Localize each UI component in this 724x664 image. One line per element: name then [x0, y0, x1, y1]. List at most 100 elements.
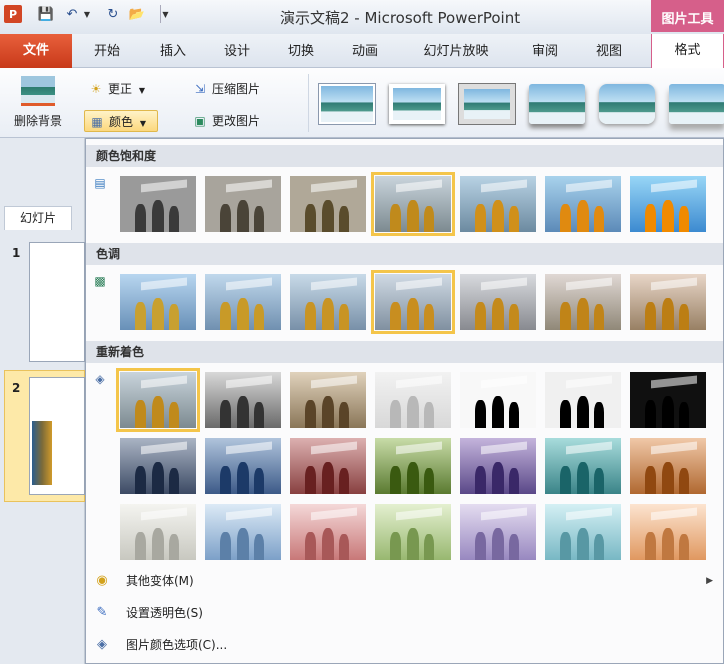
color-variant-thumbnail[interactable] — [375, 438, 451, 494]
banner-shape — [566, 277, 612, 290]
banner-shape — [481, 441, 527, 454]
remove-background-button[interactable]: 删除背景 — [4, 76, 72, 132]
change-picture-button[interactable]: ▣ 更改图片 — [192, 110, 260, 132]
corrections-label: 更正 — [108, 82, 133, 96]
figure-shape — [151, 461, 165, 494]
tab-slideshow[interactable]: 幻灯片放映 — [412, 41, 500, 63]
banner-shape — [651, 375, 697, 388]
picture-style-thumbnail[interactable] — [459, 84, 515, 124]
color-variant-thumbnail[interactable] — [545, 372, 621, 428]
repeat-icon[interactable]: ↻ — [104, 5, 122, 23]
open-folder-icon[interactable]: 📂 — [128, 5, 146, 23]
slides-pane: 幻灯片 1 2 — [0, 138, 85, 664]
picture-tools-context-label: 图片工具 — [651, 0, 724, 32]
slide-picture — [32, 421, 52, 485]
banner-shape — [396, 277, 442, 290]
tab-format[interactable]: 格式 — [651, 34, 724, 68]
color-variant-thumbnail[interactable] — [290, 372, 366, 428]
color-variant-thumbnail[interactable] — [205, 438, 281, 494]
figure-shape — [220, 204, 231, 232]
color-variant-thumbnail[interactable] — [375, 504, 451, 560]
set-transparent-color-menu-item[interactable]: ✎ 设置透明色(S) — [86, 601, 723, 625]
color-variant-thumbnail[interactable] — [460, 504, 536, 560]
color-variant-thumbnail[interactable] — [460, 274, 536, 330]
tab-review[interactable]: 审阅 — [522, 41, 568, 63]
figure-shape — [508, 468, 519, 494]
slides-tab[interactable]: 幻灯片 — [4, 206, 72, 230]
color-variant-thumbnail[interactable] — [545, 438, 621, 494]
color-variant-thumbnail[interactable] — [120, 438, 196, 494]
more-variants-menu-item[interactable]: ◉ 其他变体(M) ▶ — [86, 569, 723, 593]
figure-shape — [423, 534, 434, 560]
tab-design[interactable]: 设计 — [214, 41, 260, 63]
color-variant-thumbnail[interactable] — [120, 504, 196, 560]
tab-view[interactable]: 视图 — [586, 41, 632, 63]
color-variant-thumbnail[interactable] — [120, 176, 196, 232]
color-variant-thumbnail[interactable] — [375, 372, 451, 428]
figure-shape — [508, 534, 519, 560]
color-button[interactable]: ▦ 颜色 ▼ — [84, 110, 158, 132]
color-variant-thumbnail[interactable] — [630, 372, 706, 428]
color-variant-thumbnail[interactable] — [630, 274, 706, 330]
banner-shape — [226, 507, 272, 520]
title-bar: P 💾 ↶ ▼ ↻ 📂 ▼ 演示文稿2 - Microsoft PowerPoi… — [0, 0, 724, 34]
figure-shape — [151, 395, 165, 428]
color-variant-thumbnail[interactable] — [371, 270, 455, 334]
color-variant-thumbnail[interactable] — [116, 368, 200, 432]
color-variant-thumbnail[interactable] — [205, 372, 281, 428]
color-variant-thumbnail[interactable] — [630, 176, 706, 232]
color-variant-thumbnail[interactable] — [290, 438, 366, 494]
color-variant-thumbnail[interactable] — [545, 274, 621, 330]
color-variant-thumbnail[interactable] — [205, 274, 281, 330]
picture-color-options-menu-item[interactable]: ◈ 图片颜色选项(C)... — [86, 633, 723, 657]
color-variant-thumbnail[interactable] — [460, 438, 536, 494]
color-variant-thumbnail[interactable] — [630, 438, 706, 494]
picture-style-thumbnail[interactable] — [529, 84, 585, 124]
color-variant-thumbnail[interactable] — [290, 274, 366, 330]
undo-icon[interactable]: ↶ — [63, 5, 81, 23]
submenu-arrow-icon: ▶ — [706, 576, 713, 586]
slide-thumbnail-2-selected[interactable]: 2 — [4, 370, 85, 502]
figure-shape — [661, 461, 675, 494]
tab-file[interactable]: 文件 — [0, 34, 72, 68]
figure-shape — [220, 400, 231, 428]
color-variant-thumbnail[interactable] — [290, 504, 366, 560]
compress-pictures-button[interactable]: ⇲ 压缩图片 — [192, 78, 260, 100]
picture-style-thumbnail[interactable] — [669, 84, 724, 124]
banner-shape — [396, 441, 442, 454]
save-icon[interactable]: 💾 — [37, 5, 55, 23]
color-icon: ▦ — [91, 115, 103, 129]
undo-dropdown-icon[interactable]: ▼ — [82, 5, 92, 23]
tab-transitions[interactable]: 切换 — [278, 41, 324, 63]
picture-style-thumbnail[interactable] — [599, 84, 655, 124]
color-variant-thumbnail[interactable] — [460, 176, 536, 232]
figure-shape — [406, 199, 420, 232]
figure-shape — [338, 534, 349, 560]
customize-toolbar-dropdown-icon[interactable]: ▼ — [160, 5, 170, 23]
tab-animations[interactable]: 动画 — [342, 41, 388, 63]
color-variant-thumbnail[interactable] — [545, 504, 621, 560]
banner-shape — [481, 507, 527, 520]
figure-shape — [423, 468, 434, 494]
tab-insert[interactable]: 插入 — [150, 41, 196, 63]
tab-home[interactable]: 开始 — [84, 41, 130, 63]
banner-shape — [566, 375, 612, 388]
color-variant-thumbnail[interactable] — [205, 176, 281, 232]
color-variant-thumbnail[interactable] — [290, 176, 366, 232]
slide-thumbnail-1[interactable] — [29, 242, 85, 362]
figure-shape — [645, 204, 656, 232]
color-variant-thumbnail[interactable] — [371, 172, 455, 236]
picture-style-thumbnail[interactable] — [389, 84, 445, 124]
corrections-button[interactable]: ☀ 更正 ▼ — [88, 78, 145, 100]
powerpoint-app-icon[interactable]: P — [4, 5, 22, 23]
color-variant-thumbnail[interactable] — [545, 176, 621, 232]
figure-shape — [305, 400, 316, 428]
color-variant-thumbnail[interactable] — [460, 372, 536, 428]
color-variant-thumbnail[interactable] — [205, 504, 281, 560]
picture-style-thumbnail[interactable] — [319, 84, 375, 124]
banner-shape — [566, 507, 612, 520]
figure-shape — [508, 402, 519, 428]
color-variant-thumbnail[interactable] — [120, 274, 196, 330]
window-title: 演示文稿2 - Microsoft PowerPoint — [280, 9, 521, 27]
color-variant-thumbnail[interactable] — [630, 504, 706, 560]
